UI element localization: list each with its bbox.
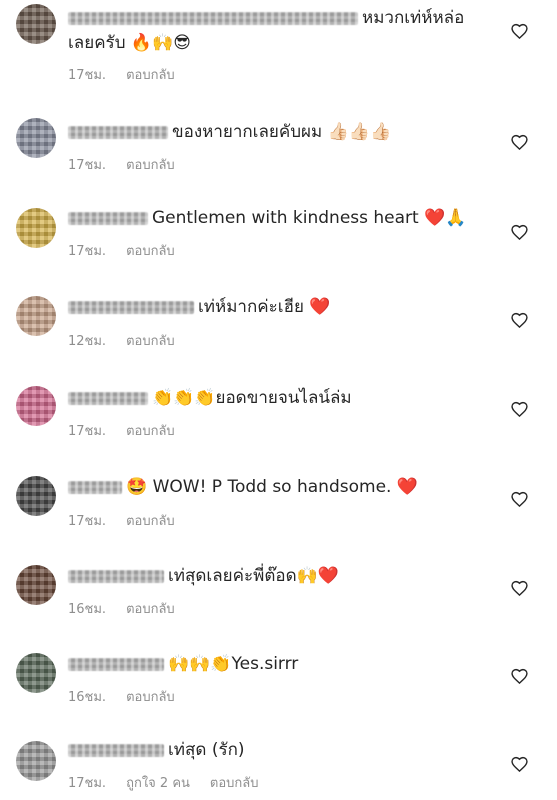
comment-text: 👏👏👏ยอดขายจนไลน์ล่ม — [152, 388, 352, 408]
avatar[interactable] — [16, 208, 56, 248]
avatar[interactable] — [16, 296, 56, 336]
comment-time: 17ชม. — [68, 158, 107, 173]
comment-time: 17ชม. — [68, 244, 107, 259]
comment-text: Gentlemen with kindness heart ❤️🙏 — [152, 208, 467, 228]
like-heart-icon[interactable] — [511, 312, 528, 328]
like-heart-icon[interactable] — [511, 668, 528, 684]
comment-body: หมวกเท่ห์หล่อเลยครับ 🔥🙌😎 — [68, 6, 488, 56]
username-blurred[interactable] — [68, 657, 164, 671]
avatar[interactable] — [16, 386, 56, 426]
comment-time: 17ชม. — [68, 514, 107, 529]
comment-time: 12ชม. — [68, 334, 107, 349]
username-blurred[interactable] — [68, 569, 164, 583]
avatar[interactable] — [16, 653, 56, 693]
username-blurred[interactable] — [68, 743, 164, 757]
comment-text: ของหายากเลยคับผม 👍🏻👍🏻👍🏻 — [172, 122, 392, 142]
like-heart-icon[interactable] — [511, 491, 528, 507]
comment-body: 🙌🙌👏Yes.sirrr — [68, 652, 488, 677]
comment-time: 17ชม. — [68, 776, 107, 791]
username-blurred[interactable] — [68, 480, 122, 494]
reply-button[interactable]: ตอบกลับ — [126, 602, 175, 617]
reply-button[interactable]: ตอบกลับ — [126, 68, 175, 83]
comment-body: ของหายากเลยคับผม 👍🏻👍🏻👍🏻 — [68, 120, 488, 145]
like-heart-icon[interactable] — [511, 224, 528, 240]
avatar[interactable] — [16, 741, 56, 781]
comment-text: เท่สุด (รัก) — [168, 740, 245, 760]
avatar[interactable] — [16, 118, 56, 158]
comment-text: 🙌🙌👏Yes.sirrr — [168, 654, 299, 674]
comment-text: เท่ห์มากค่ะเฮีย ❤️ — [198, 297, 331, 317]
like-heart-icon[interactable] — [511, 134, 528, 150]
comment-meta: 16ชม. ตอบกลับ — [68, 598, 195, 619]
like-count[interactable]: ถูกใจ 2 คน — [126, 776, 190, 791]
comment-text: 🤩 WOW! P Todd so handsome. ❤️ — [126, 477, 418, 497]
comment-meta: 12ชม. ตอบกลับ — [68, 330, 195, 351]
comment-meta: 17ชม. ถูกใจ 2 คน ตอบกลับ — [68, 772, 279, 793]
comment-time: 16ชม. — [68, 602, 107, 617]
reply-button[interactable]: ตอบกลับ — [126, 424, 175, 439]
comment-meta: 17ชม. ตอบกลับ — [68, 154, 195, 175]
avatar[interactable] — [16, 4, 56, 44]
comment-time: 17ชม. — [68, 424, 107, 439]
comment-text: เท่สุดเลยค่ะพี่ต๊อด🙌❤️ — [168, 566, 339, 586]
username-blurred[interactable] — [68, 125, 168, 139]
comment-body: เท่ห์มากค่ะเฮีย ❤️ — [68, 295, 488, 320]
reply-button[interactable]: ตอบกลับ — [126, 244, 175, 259]
like-heart-icon[interactable] — [511, 756, 528, 772]
like-heart-icon[interactable] — [511, 23, 528, 39]
comment-meta: 17ชม. ตอบกลับ — [68, 240, 195, 261]
comment-time: 17ชม. — [68, 68, 107, 83]
comment-body: 👏👏👏ยอดขายจนไลน์ล่ม — [68, 386, 488, 411]
comment-body: เท่สุด (รัก) — [68, 738, 488, 763]
comment-meta: 17ชม. ตอบกลับ — [68, 510, 195, 531]
comment-body: Gentlemen with kindness heart ❤️🙏 — [68, 206, 488, 231]
reply-button[interactable]: ตอบกลับ — [126, 334, 175, 349]
username-blurred[interactable] — [68, 11, 358, 25]
reply-button[interactable]: ตอบกลับ — [126, 690, 175, 705]
comment-list: หมวกเท่ห์หล่อเลยครับ 🔥🙌😎 17ชม. ตอบกลับ ขอ… — [0, 0, 557, 800]
avatar[interactable] — [16, 565, 56, 605]
reply-button[interactable]: ตอบกลับ — [126, 514, 175, 529]
like-heart-icon[interactable] — [511, 401, 528, 417]
username-blurred[interactable] — [68, 391, 148, 405]
username-blurred[interactable] — [68, 211, 148, 225]
comment-meta: 16ชม. ตอบกลับ — [68, 686, 195, 707]
reply-button[interactable]: ตอบกลับ — [210, 776, 259, 791]
comment-time: 16ชม. — [68, 690, 107, 705]
like-heart-icon[interactable] — [511, 580, 528, 596]
username-blurred[interactable] — [68, 300, 194, 314]
reply-button[interactable]: ตอบกลับ — [126, 158, 175, 173]
comment-meta: 17ชม. ตอบกลับ — [68, 64, 195, 85]
comment-meta: 17ชม. ตอบกลับ — [68, 420, 195, 441]
comment-body: เท่สุดเลยค่ะพี่ต๊อด🙌❤️ — [68, 564, 488, 589]
avatar[interactable] — [16, 476, 56, 516]
comment-body: 🤩 WOW! P Todd so handsome. ❤️ — [68, 475, 488, 500]
